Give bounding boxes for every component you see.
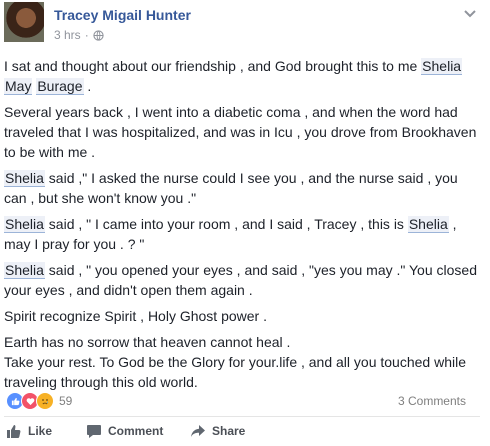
mention-tag[interactable]: Shelia xyxy=(4,216,45,233)
mention-tag[interactable]: Shelia xyxy=(4,262,45,279)
post-body: I sat and thought about our friendship ,… xyxy=(4,56,480,398)
share-label: Share xyxy=(212,424,246,438)
post-timestamp[interactable]: 3 hrs xyxy=(54,28,81,42)
like-label: Like xyxy=(28,424,53,438)
sad-reaction-icon xyxy=(36,392,54,410)
mention-tag[interactable]: May xyxy=(4,78,33,95)
post-header: Tracey Migail Hunter 3 hrs · xyxy=(0,0,490,50)
post-text: said , " I came into your room , and I s… xyxy=(44,216,408,232)
mention-tag[interactable]: Shelia xyxy=(421,58,463,75)
post-paragraph: Shelia said , " I came into your room , … xyxy=(4,214,480,254)
post-paragraph: Earth has no sorrow that heaven cannot h… xyxy=(4,332,480,392)
share-arrow-icon xyxy=(191,425,205,437)
post-text: Spirit recognize Spirit , Holy Ghost pow… xyxy=(4,308,267,324)
divider xyxy=(4,416,480,417)
meta-separator: · xyxy=(84,28,89,42)
post-paragraph: Spirit recognize Spirit , Holy Ghost pow… xyxy=(4,306,480,326)
post-actions: Like Comment Share xyxy=(0,420,490,446)
post-paragraph: Shelia said ," I asked the nurse could I… xyxy=(4,168,480,208)
post-text: I sat and thought about our friendship ,… xyxy=(4,58,422,74)
post-paragraph: I sat and thought about our friendship ,… xyxy=(4,56,480,96)
author-name[interactable]: Tracey Migail Hunter xyxy=(54,7,191,23)
mention-tag[interactable]: Shelia xyxy=(407,216,449,233)
feed-post: Tracey Migail Hunter 3 hrs · I sat and t… xyxy=(0,0,490,446)
post-text: said , " you opened your eyes , and said… xyxy=(4,262,477,298)
post-text: said ," I asked the nurse could I see yo… xyxy=(4,170,458,206)
share-button[interactable]: Share xyxy=(190,423,245,439)
globe-icon[interactable] xyxy=(93,29,104,41)
reaction-count: 59 xyxy=(59,394,73,408)
thumbs-up-icon xyxy=(7,425,21,438)
reactions-bar: 59 3 Comments xyxy=(4,390,480,412)
comments-count-link[interactable]: 3 Comments xyxy=(398,394,466,408)
post-meta: 3 hrs · xyxy=(54,28,104,42)
comment-icon xyxy=(87,425,101,438)
mention-tag[interactable]: Shelia xyxy=(4,170,45,187)
comment-button[interactable]: Comment xyxy=(86,423,163,439)
chevron-down-icon[interactable] xyxy=(462,5,478,21)
post-text: . xyxy=(83,78,92,94)
author-avatar[interactable] xyxy=(4,2,44,42)
comment-label: Comment xyxy=(108,424,164,438)
post-text: Take your rest. To God be the Glory for … xyxy=(4,354,466,390)
reaction-summary[interactable]: 59 xyxy=(6,392,72,410)
mention-tag[interactable]: Burage xyxy=(36,78,84,95)
like-button[interactable]: Like xyxy=(6,423,52,439)
post-text: Several years back , I went into a diabe… xyxy=(4,104,477,160)
post-paragraph: Several years back , I went into a diabe… xyxy=(4,102,480,162)
post-paragraph: Shelia said , " you opened your eyes , a… xyxy=(4,260,480,300)
post-text: Earth has no sorrow that heaven cannot h… xyxy=(4,334,291,350)
